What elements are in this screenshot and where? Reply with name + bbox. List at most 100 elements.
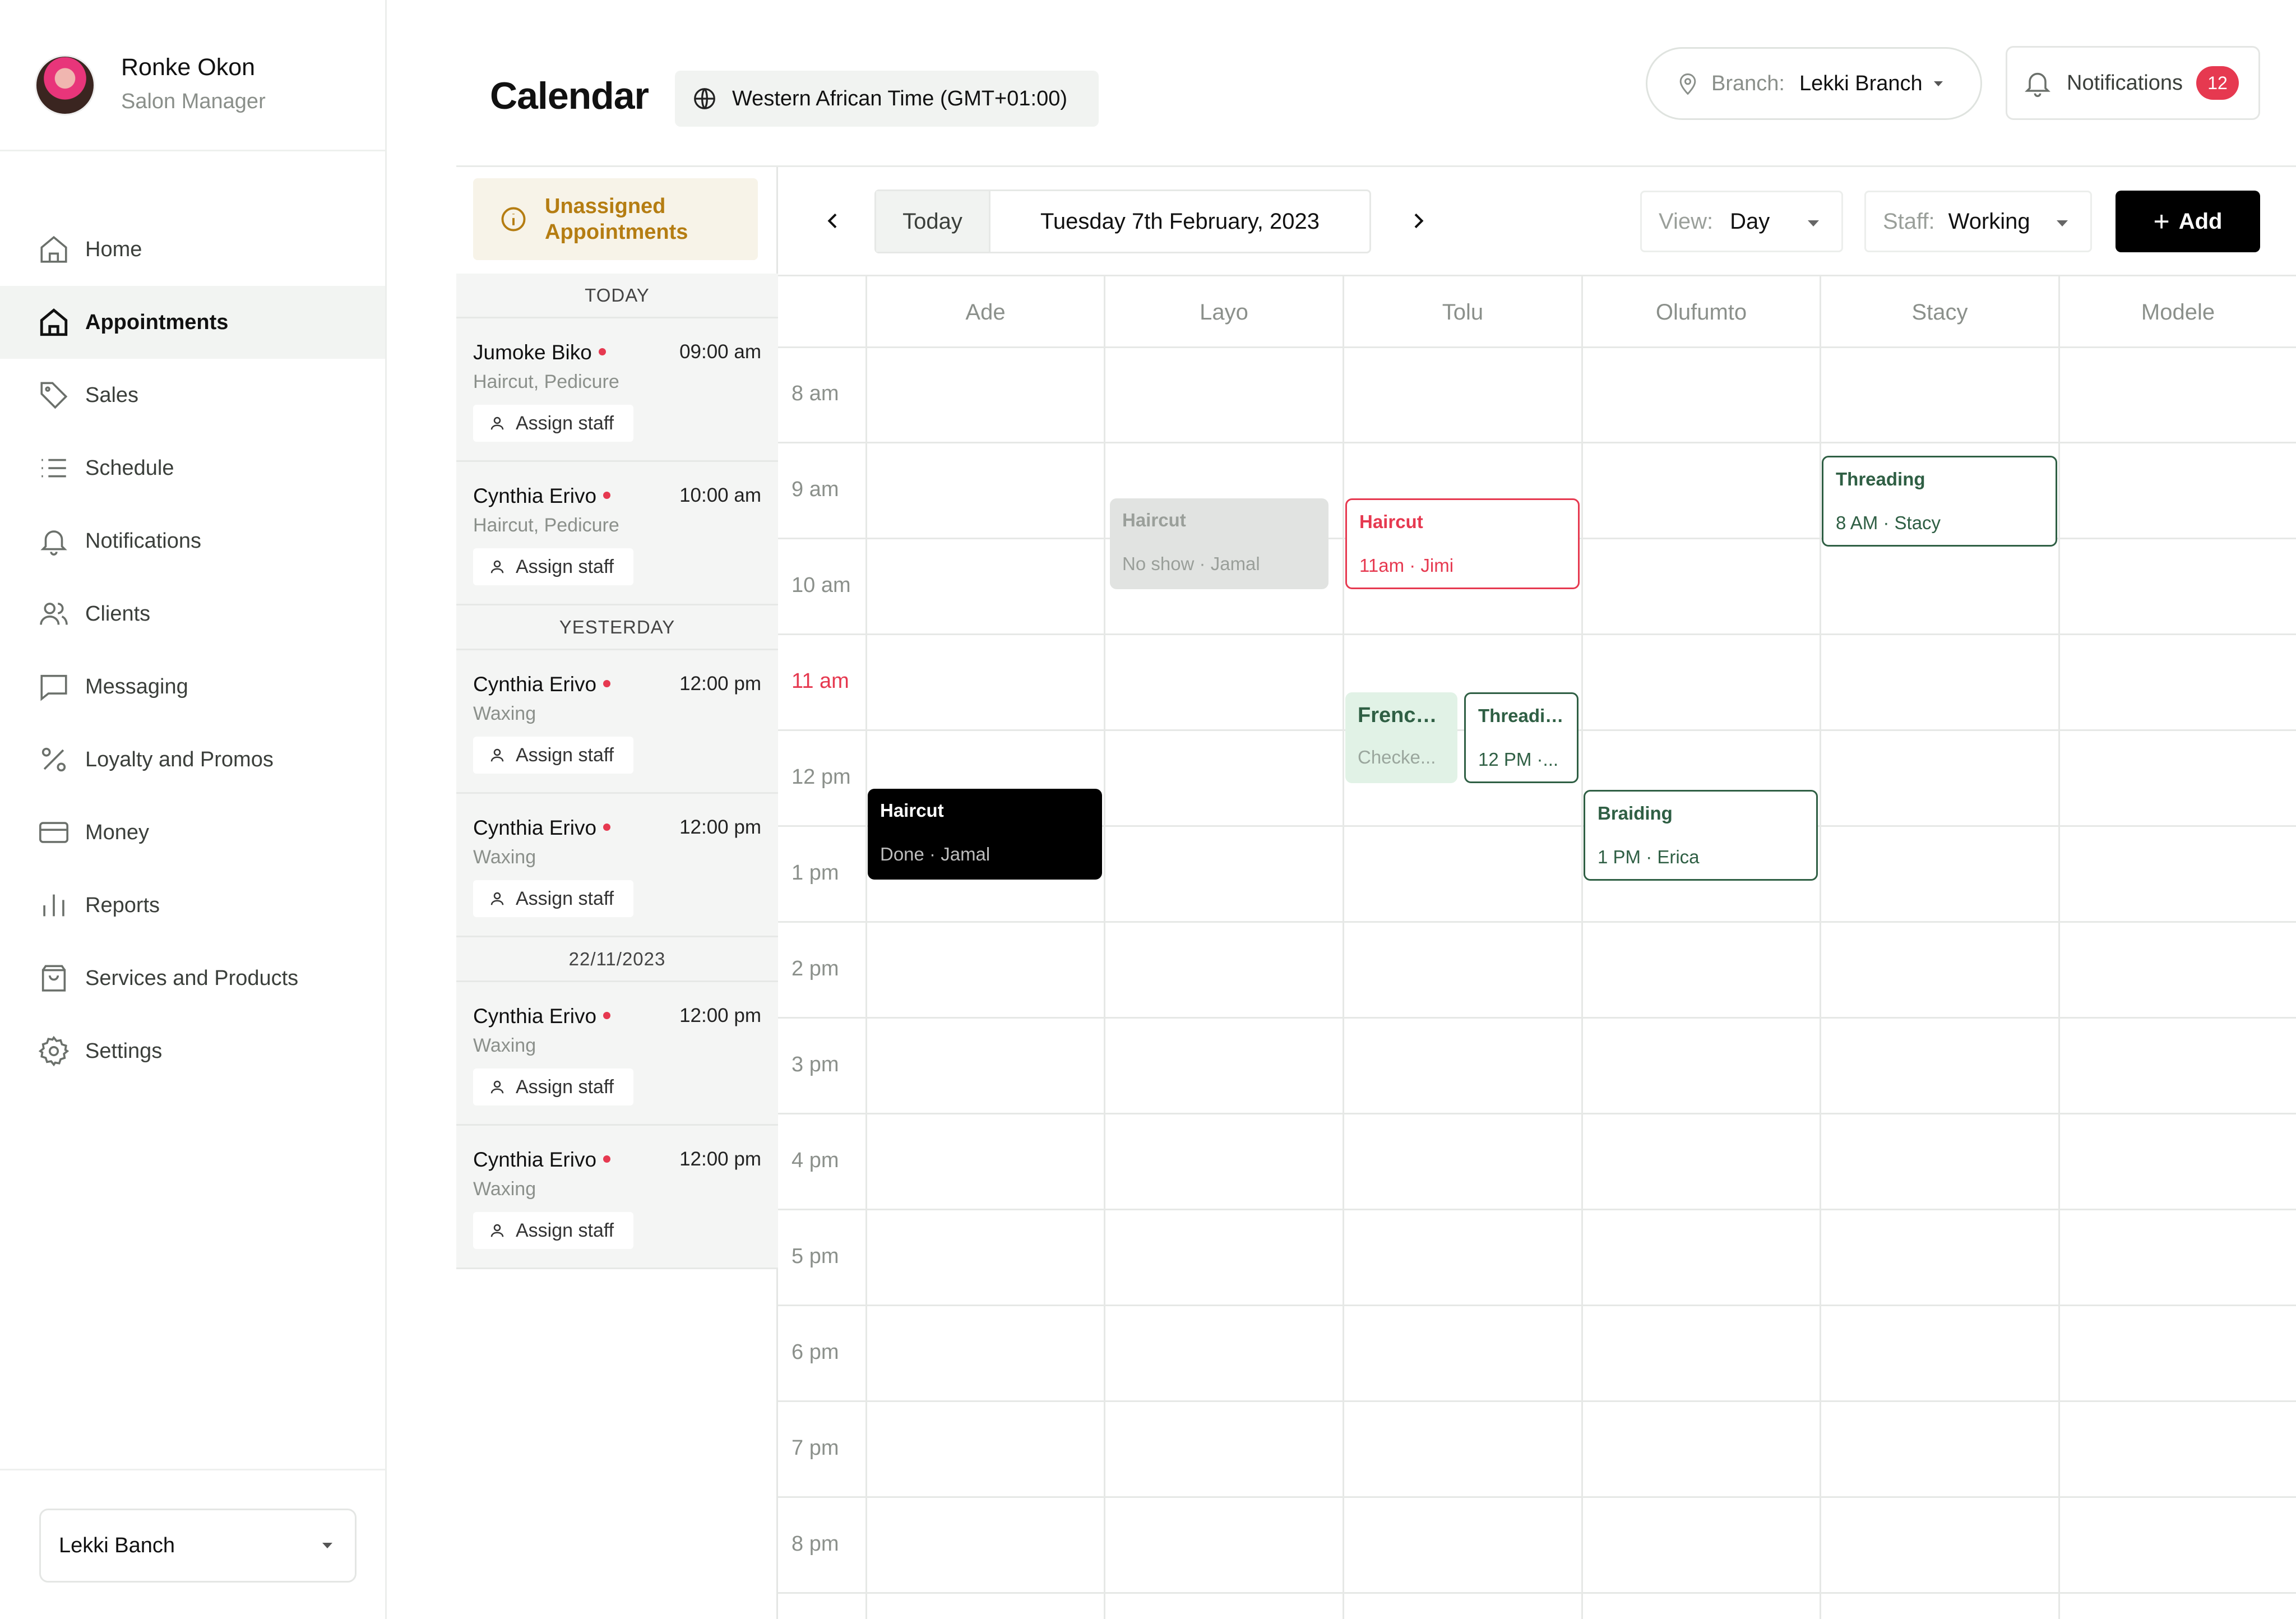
staff-column-header[interactable]: Modele — [2058, 276, 2296, 348]
time-label: 8 pm — [791, 1532, 839, 1556]
branch-select[interactable]: Lekki Banch — [39, 1509, 357, 1583]
list-item[interactable]: Cynthia Erivo 12:00 pm Waxing Assign sta… — [456, 794, 778, 937]
appointment-meta: Done · Jamal — [880, 844, 990, 864]
sidebar-item-clients[interactable]: Clients — [0, 577, 385, 650]
sidebar-item-label: Settings — [85, 1039, 163, 1063]
staff-column-header[interactable]: Ade — [865, 276, 1104, 348]
avatar — [35, 55, 95, 115]
chevron-down-icon — [1933, 81, 1943, 86]
staff-column-header[interactable]: Tolu — [1343, 276, 1581, 348]
client-name: Cynthia Erivo — [473, 1005, 611, 1028]
sidebar-item-label: Services and Products — [85, 966, 299, 990]
assign-staff-button[interactable]: Assign staff — [473, 405, 633, 442]
group-header: 22/11/2023 — [456, 937, 778, 982]
time-label: 8 am — [791, 382, 839, 405]
time-label: 12 pm — [791, 765, 851, 789]
list-item[interactable]: Cynthia Erivo 12:00 pm Waxing Assign sta… — [456, 982, 778, 1126]
appointment-card[interactable]: Haircut No show · Jamal — [1110, 498, 1328, 589]
sidebar-item-settings[interactable]: Settings — [0, 1015, 385, 1088]
staff-column-header[interactable]: Olufumto — [1581, 276, 1820, 348]
appointment-card[interactable]: French... Checke... — [1345, 692, 1457, 783]
assign-staff-button[interactable]: Assign staff — [473, 1068, 633, 1105]
grid-line — [865, 276, 867, 1619]
grid-line — [778, 1305, 2296, 1306]
user-profile[interactable]: Ronke Okon Salon Manager — [0, 0, 385, 151]
grid-line — [778, 921, 2296, 923]
prev-day-button[interactable] — [816, 204, 850, 238]
page-title: Calendar — [490, 75, 649, 117]
globe-icon — [694, 88, 715, 109]
list-item[interactable]: Cynthia Erivo 12:00 pm Waxing Assign sta… — [456, 650, 778, 794]
grid-line — [778, 1113, 2296, 1114]
sidebar-item-sales[interactable]: Sales — [0, 359, 385, 432]
current-date[interactable]: Tuesday 7th February, 2023 — [990, 209, 1369, 234]
assign-staff-button[interactable]: Assign staff — [473, 737, 633, 774]
appointment-services: Waxing — [473, 846, 536, 868]
list-item[interactable]: Jumoke Biko 09:00 am Haircut, Pedicure A… — [456, 318, 778, 462]
appointment-meta: No show · Jamal — [1122, 553, 1260, 574]
sidebar-item-services[interactable]: Services and Products — [0, 942, 385, 1015]
sidebar-item-notifications[interactable]: Notifications — [0, 505, 385, 577]
time-label: 6 pm — [791, 1340, 839, 1364]
sidebar-item-appointments[interactable]: Appointments — [0, 286, 385, 359]
appointment-card[interactable]: Threading 12 PM ·... — [1464, 692, 1578, 783]
sidebar-footer: Lekki Banch — [0, 1469, 385, 1619]
staff-column-header[interactable]: Stacy — [1820, 276, 2058, 348]
notifications-button[interactable]: Notifications 12 — [2006, 46, 2260, 120]
assign-staff-button[interactable]: Assign staff — [473, 548, 633, 585]
home-icon — [36, 232, 72, 267]
sidebar-item-reports[interactable]: Reports — [0, 869, 385, 942]
sidebar-item-loyalty[interactable]: Loyalty and Promos — [0, 723, 385, 796]
staff-column-header[interactable]: Layo — [1104, 276, 1343, 348]
staff-select[interactable]: Staff: Working — [1864, 191, 2092, 252]
percent-icon — [36, 742, 72, 778]
card-icon — [36, 815, 72, 850]
bell-icon — [2025, 72, 2050, 98]
grid-line — [1104, 276, 1105, 1619]
appointment-meta: Checke... — [1358, 747, 1436, 767]
sidebar-item-money[interactable]: Money — [0, 796, 385, 869]
client-name: Jumoke Biko — [473, 341, 606, 364]
sidebar-item-schedule[interactable]: Schedule — [0, 432, 385, 505]
list-item[interactable]: Cynthia Erivo 12:00 pm Waxing Assign sta… — [456, 1126, 778, 1269]
status-dot — [603, 491, 611, 499]
view-select[interactable]: View: Day — [1640, 191, 1843, 252]
appointment-card[interactable]: Braiding 1 PM · Erica — [1584, 790, 1818, 881]
sidebar-item-home[interactable]: Home — [0, 213, 385, 286]
info-icon — [501, 207, 526, 232]
client-name: Cynthia Erivo — [473, 1148, 611, 1172]
timezone-badge[interactable]: Western African Time (GMT+01:00) — [675, 71, 1099, 127]
appointment-meta: 1 PM · Erica — [1598, 846, 1700, 867]
appointment-card[interactable]: Haircut 11am · Jimi — [1345, 498, 1580, 589]
sidebar-item-label: Messaging — [85, 674, 188, 699]
appointment-title: Haircut — [1122, 510, 1186, 530]
assign-staff-button[interactable]: Assign staff — [473, 1212, 633, 1249]
assign-staff-button[interactable]: Assign staff — [473, 880, 633, 917]
sidebar-item-label: Notifications — [85, 529, 201, 553]
today-button[interactable]: Today — [876, 191, 990, 252]
appointment-time: 09:00 am — [679, 341, 761, 363]
sidebar-item-label: Sales — [85, 383, 139, 407]
staff-label: Staff: — [1883, 209, 1935, 234]
appointment-title: Threading — [1836, 469, 1925, 489]
appointment-services: Waxing — [473, 703, 536, 724]
user-icon — [490, 1224, 504, 1237]
grid-line — [778, 1017, 2296, 1019]
add-button[interactable]: + Add — [2116, 191, 2260, 252]
grid-line — [2058, 276, 2060, 1619]
branch-dropdown[interactable]: Branch: Lekki Branch — [1646, 47, 1982, 120]
sidebar-item-messaging[interactable]: Messaging — [0, 650, 385, 723]
time-label: 1 pm — [791, 861, 839, 885]
user-icon — [490, 1080, 504, 1094]
appointment-card[interactable]: Haircut Done · Jamal — [868, 789, 1102, 880]
appointment-services: Haircut, Pedicure — [473, 515, 619, 536]
user-role: Salon Manager — [121, 90, 266, 113]
list-item[interactable]: Cynthia Erivo 10:00 am Haircut, Pedicure… — [456, 462, 778, 605]
next-day-button[interactable] — [1401, 204, 1435, 238]
status-dot — [598, 348, 606, 355]
location-pin-icon — [1679, 73, 1696, 95]
branch-select-value: Lekki Banch — [59, 1533, 175, 1557]
bar-chart-icon — [36, 887, 72, 923]
unassigned-header[interactable]: Unassigned Appointments — [473, 178, 758, 260]
appointment-card[interactable]: Threading 8 AM · Stacy — [1822, 456, 2057, 547]
